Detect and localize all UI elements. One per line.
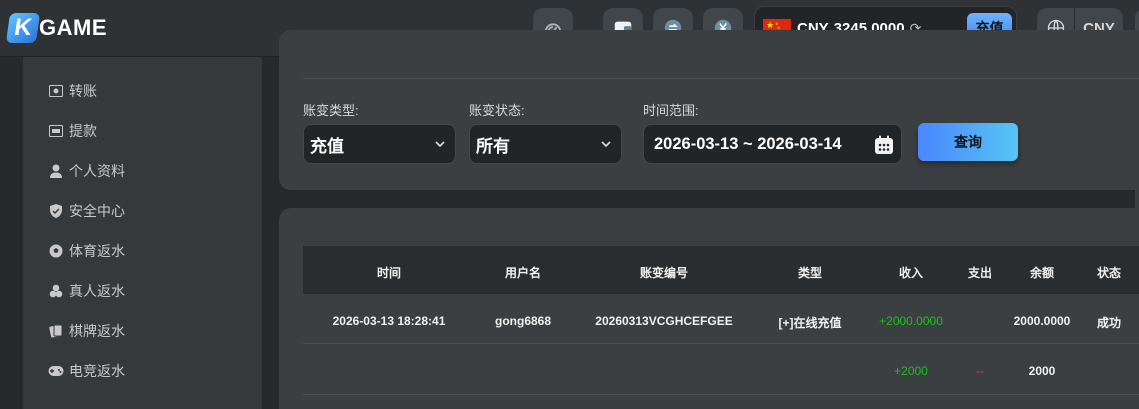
shield-icon — [48, 203, 64, 219]
date-range-picker[interactable]: 2026-03-13 ~ 2026-03-14 — [643, 124, 902, 164]
filter-panel: 账变类型: 充值 账变状态: 所有 时间范围: 2026-03-13 ~ 202… — [279, 30, 1139, 190]
sidebar-item-profile[interactable]: 个人资料 — [48, 156, 125, 186]
sidebar-item-label: 真人返水 — [69, 283, 125, 299]
chips-icon — [48, 283, 64, 299]
query-button[interactable]: 查询 — [918, 123, 1018, 161]
sidebar-item-transfer[interactable]: 转账 — [48, 76, 97, 106]
cell-username: gong6868 — [494, 314, 552, 328]
cell-income: +2000.0000 — [879, 314, 943, 328]
logo-text: GAME — [39, 15, 107, 40]
logo-mark: K — [5, 13, 41, 43]
date-range-value: 2026-03-13 ~ 2026-03-14 — [654, 134, 842, 153]
column-header-income: 收入 — [898, 266, 924, 280]
transactions-table: 时间 用户名 账变编号 类型 收入 支出 余额 状态 2026-03-13 18… — [279, 208, 1139, 409]
column-header-time: 时间 — [376, 266, 402, 280]
sidebar-item-withdraw[interactable]: 提款 — [48, 116, 97, 146]
column-header-type: 类型 — [797, 266, 823, 280]
column-header-balance: 余额 — [1029, 266, 1055, 280]
change-status-label: 账变状态: — [469, 103, 525, 118]
change-type-select[interactable]: 充值 — [303, 124, 456, 164]
column-header-expense: 支出 — [967, 266, 993, 280]
cards-icon — [48, 323, 64, 339]
sidebar-item-label: 提款 — [69, 123, 97, 139]
sidebar-item-label: 转账 — [69, 83, 97, 99]
cell-type: [+]在线充值 — [778, 316, 842, 330]
user-icon — [48, 163, 64, 179]
sidebar-item-label: 体育返水 — [69, 243, 125, 259]
sidebar-item-live-rebate[interactable]: 真人返水 — [48, 276, 125, 306]
summary-row: +2000 -- 2000 — [303, 345, 1139, 395]
gamepad-icon — [48, 363, 64, 379]
change-status-select[interactable]: 所有 — [469, 124, 622, 164]
withdraw-icon — [48, 123, 64, 139]
chevron-down-icon — [435, 141, 445, 148]
sidebar-item-cards-rebate[interactable]: 棋牌返水 — [48, 316, 125, 346]
column-header-username: 用户名 — [504, 266, 542, 280]
sidebar-item-label: 电竞返水 — [69, 363, 125, 379]
column-header-status: 状态 — [1096, 266, 1122, 280]
sidebar-item-esports-rebate[interactable]: 电竞返水 — [48, 356, 125, 386]
cell-balance: 2000.0000 — [1013, 314, 1071, 328]
sidebar: 转账 提款 个人资料 安全中心 体育返水 真人返水 棋牌返水 电竞返水 — [23, 57, 262, 409]
sidebar-item-sports-rebate[interactable]: 体育返水 — [48, 236, 125, 266]
table-header: 时间 用户名 账变编号 类型 收入 支出 余额 状态 — [303, 246, 1139, 294]
transfer-icon — [48, 83, 64, 99]
sidebar-item-security[interactable]: 安全中心 — [48, 196, 125, 226]
column-header-order-no: 账变编号 — [639, 266, 689, 280]
cell-time: 2026-03-13 18:28:41 — [332, 314, 446, 328]
kgame-logo[interactable]: K GAME — [5, 10, 107, 46]
time-range-label: 时间范围: — [643, 103, 699, 118]
summary-income: +2000 — [894, 364, 928, 378]
change-type-label: 账变类型: — [303, 103, 359, 118]
divider — [303, 78, 1139, 79]
change-type-value: 充值 — [310, 136, 344, 156]
calendar-icon — [875, 135, 893, 154]
sidebar-item-label: 个人资料 — [69, 163, 125, 179]
table-row: 2026-03-13 18:28:41 gong6868 20260313VCG… — [303, 294, 1139, 344]
change-status-value: 所有 — [476, 136, 510, 156]
soccer-icon — [48, 243, 64, 259]
sidebar-item-label: 安全中心 — [69, 203, 125, 219]
cell-status: 成功 — [1096, 316, 1122, 330]
chevron-down-icon — [601, 141, 611, 148]
summary-expense: -- — [976, 364, 984, 378]
sidebar-item-label: 棋牌返水 — [69, 323, 125, 339]
cell-order-no: 20260313VCGHCEFGEE — [595, 314, 733, 328]
summary-balance: 2000 — [1028, 364, 1056, 378]
